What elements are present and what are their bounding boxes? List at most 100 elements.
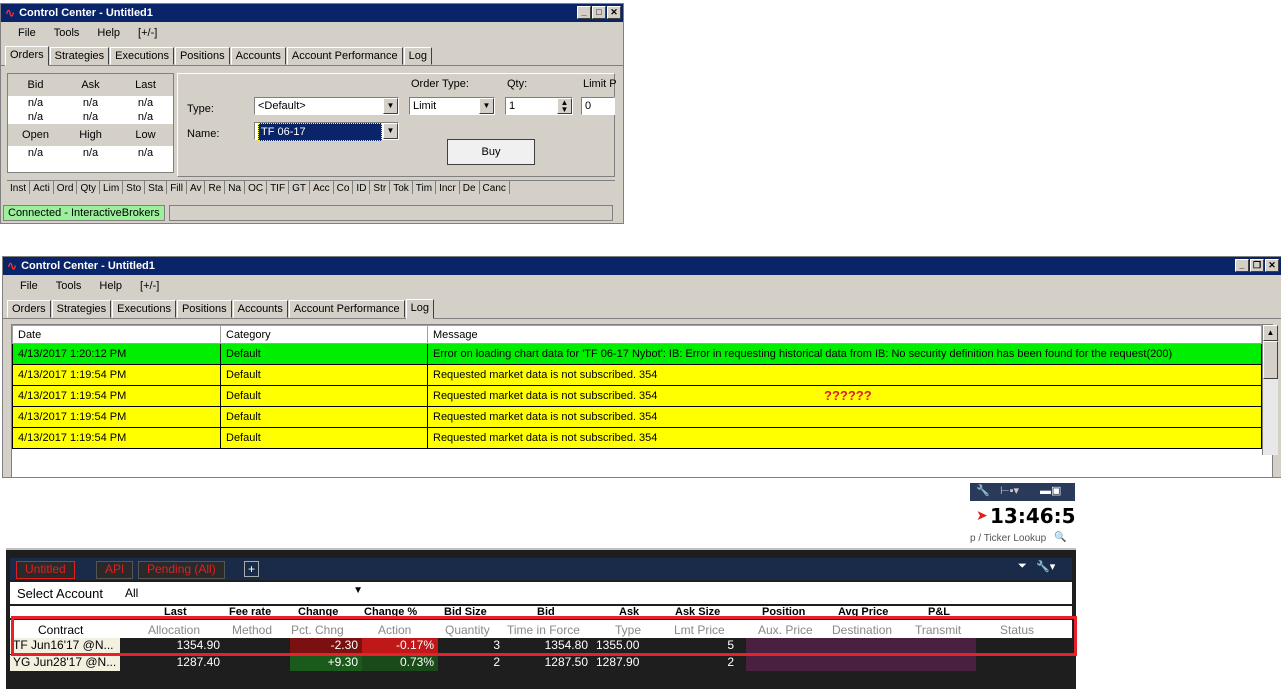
column-header[interactable]: Lim — [100, 181, 124, 194]
bid-value: n/a — [27, 111, 44, 123]
log-category: Default — [220, 385, 428, 407]
scroll-up-icon[interactable]: ▲ — [1263, 325, 1278, 341]
scroll-thumb[interactable] — [1263, 341, 1278, 379]
log-row[interactable]: 4/13/2017 1:19:54 PM Default Requested m… — [12, 385, 1262, 407]
close-icon[interactable]: ✕ — [607, 6, 621, 19]
tab-log[interactable]: Log — [403, 47, 432, 65]
column-header[interactable]: Av — [187, 181, 206, 194]
column-header[interactable]: Incr — [436, 181, 460, 194]
column-header[interactable]: Canc — [480, 181, 510, 194]
column-header[interactable]: OC — [245, 181, 268, 194]
buy-button[interactable]: Buy — [447, 139, 535, 165]
minimize-icon[interactable]: _ — [1235, 259, 1249, 272]
column-header[interactable]: Re — [205, 181, 226, 194]
ticker-lookup-label: p / Ticker Lookup — [970, 533, 1047, 544]
column-header[interactable]: GT — [289, 181, 310, 194]
menu-tools[interactable]: Tools — [45, 27, 89, 39]
message-header[interactable]: Message — [427, 325, 1262, 344]
menu-file[interactable]: File — [11, 280, 47, 292]
qty-stepper[interactable]: 1 ▲ ▼ — [505, 97, 573, 115]
window-controls-icon[interactable]: ▬▣ — [1040, 484, 1061, 497]
type-dropdown[interactable]: <Default> ▼ — [254, 97, 399, 115]
wrench-icon[interactable]: 🔧▾ — [1036, 560, 1055, 573]
order-type-dropdown[interactable]: Limit ▼ — [409, 97, 495, 115]
tab-strategies[interactable]: Strategies — [51, 300, 112, 318]
tab-orders[interactable]: Orders — [7, 300, 51, 318]
order-row[interactable]: YG Jun28'17 @N... 1287.40 +9.30 0.73% 2 … — [10, 655, 1072, 671]
column-header[interactable]: TIF — [267, 181, 290, 194]
limit-price-value: 0 — [585, 100, 592, 112]
menu-help[interactable]: Help — [90, 280, 131, 292]
log-row[interactable]: 4/13/2017 1:20:12 PM Default Error on lo… — [12, 343, 1262, 365]
quote-header-row: Open High Low — [8, 124, 173, 146]
maximize-icon[interactable]: □ — [592, 6, 606, 19]
tab-positions[interactable]: Positions — [174, 47, 230, 65]
column-header[interactable]: Sto — [123, 181, 146, 194]
column-header[interactable]: Tim — [413, 181, 437, 194]
open-header: Open — [22, 129, 49, 141]
log-row[interactable]: 4/13/2017 1:19:54 PM Default Requested m… — [12, 364, 1262, 386]
tab-executions[interactable]: Executions — [112, 300, 176, 318]
pin-icon[interactable]: ⊢▪▾ — [1000, 484, 1019, 497]
tab-untitled[interactable]: Untitled — [16, 561, 75, 579]
spinner-icon[interactable]: ▲ ▼ — [557, 98, 572, 114]
chevron-down-icon[interactable]: ▼ — [383, 123, 398, 139]
close-icon[interactable]: ✕ — [1265, 259, 1279, 272]
tab-positions[interactable]: Positions — [176, 300, 232, 318]
column-header[interactable]: Acc — [310, 181, 334, 194]
menu-tools[interactable]: Tools — [47, 280, 91, 292]
column-header[interactable]: Str — [370, 181, 391, 194]
status-bar-field — [168, 205, 613, 221]
question-annotation: ?????? — [824, 388, 872, 403]
tws-toolbar-widget: 🔧 ⊢▪▾ ▬▣ — [970, 483, 1075, 501]
tab-strategies[interactable]: Strategies — [49, 47, 110, 65]
tab-pending-all[interactable]: Pending (All) — [138, 561, 225, 579]
ticker-lookup[interactable]: p / Ticker Lookup 🔍 — [970, 531, 1075, 547]
log-row[interactable]: 4/13/2017 1:19:54 PM Default Requested m… — [12, 406, 1262, 428]
tab-accounts[interactable]: Accounts — [230, 47, 286, 65]
category-header[interactable]: Category — [220, 325, 428, 344]
chevron-down-icon[interactable]: ▼ — [353, 585, 363, 596]
tab-accounts[interactable]: Accounts — [232, 300, 288, 318]
filter-icon[interactable]: ⏷ — [1018, 560, 1027, 573]
wrench-icon[interactable]: 🔧 — [976, 484, 990, 497]
date-header[interactable]: Date — [12, 325, 221, 344]
column-header[interactable]: Qty — [77, 181, 101, 194]
menu-file[interactable]: File — [9, 27, 45, 39]
log-row[interactable]: 4/13/2017 1:19:54 PM Default Requested m… — [12, 427, 1262, 449]
qty-value: 1 — [509, 100, 516, 112]
menu-expand[interactable]: [+/-] — [129, 27, 166, 39]
tab-log[interactable]: Log — [405, 299, 434, 319]
column-header[interactable]: Na — [225, 181, 246, 194]
quote-row: n/a n/a n/a — [8, 96, 173, 110]
menu-expand[interactable]: [+/-] — [131, 280, 168, 292]
chevron-down-icon[interactable]: ▼ — [479, 98, 494, 114]
vertical-scrollbar[interactable]: ▲ — [1262, 325, 1278, 455]
account-dropdown[interactable]: All ▼ — [125, 584, 365, 602]
column-header[interactable]: Inst — [7, 181, 31, 194]
add-tab-button[interactable]: + — [244, 561, 260, 577]
column-header[interactable]: ID — [353, 181, 371, 194]
column-header[interactable]: Fill — [167, 181, 187, 194]
tab-orders[interactable]: Orders — [5, 46, 49, 66]
column-header[interactable]: Acti — [30, 181, 54, 194]
limit-price-input[interactable]: 0 — [581, 97, 615, 115]
row-change: +9.30 — [290, 655, 362, 671]
column-header[interactable]: Tok — [390, 181, 413, 194]
menu-help[interactable]: Help — [88, 27, 129, 39]
name-dropdown[interactable]: TF 06-17 ▼ — [254, 122, 399, 141]
search-icon[interactable]: 🔍 — [1054, 532, 1066, 543]
restore-icon[interactable]: ❐ — [1250, 259, 1264, 272]
column-header[interactable]: Co — [334, 181, 354, 194]
title-bar: ∿ Control Center - Untitled1 _ ❐ ✕ — [3, 257, 1281, 275]
minimize-icon[interactable]: _ — [577, 6, 591, 19]
tab-api[interactable]: API — [96, 561, 134, 579]
column-header[interactable]: De — [460, 181, 480, 194]
column-header[interactable]: Ord — [54, 181, 78, 194]
tab-account-performance[interactable]: Account Performance — [288, 300, 405, 318]
tab-executions[interactable]: Executions — [110, 47, 174, 65]
ask-value: n/a — [82, 111, 99, 123]
column-header[interactable]: Sta — [145, 181, 168, 194]
chevron-down-icon[interactable]: ▼ — [383, 98, 398, 114]
tab-account-performance[interactable]: Account Performance — [286, 47, 403, 65]
